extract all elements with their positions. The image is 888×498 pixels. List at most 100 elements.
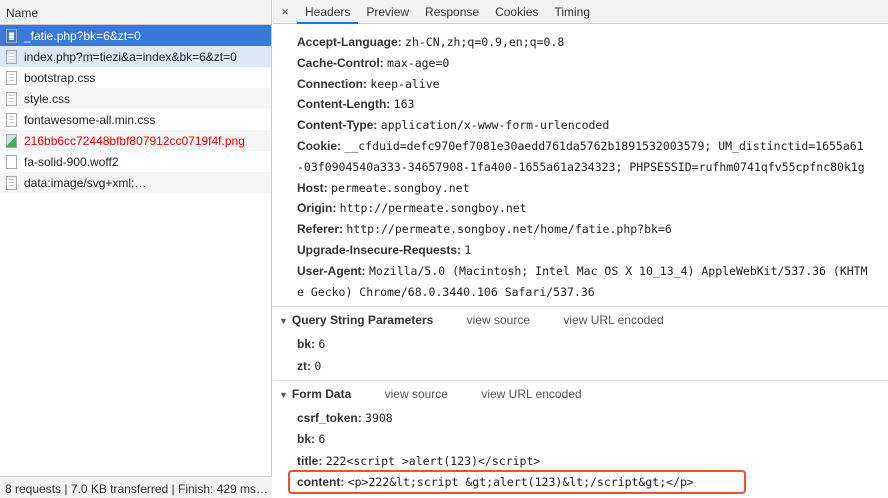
header-key: title:	[297, 453, 323, 468]
header-value: 6	[318, 432, 326, 447]
highlight-annotation-box	[288, 470, 746, 494]
header-value: 0	[314, 359, 322, 373]
header-key: Origin:	[297, 201, 337, 216]
header-key: bk:	[297, 337, 315, 351]
header-row: Upgrade-Insecure-Requests: 1	[297, 240, 471, 261]
request-row[interactable]: fa-solid-900.woff2	[0, 151, 271, 172]
header-key: Cache-Control:	[297, 55, 384, 70]
request-row[interactable]: _fatie.php?bk=6&zt=0	[0, 25, 271, 46]
header-key: zt:	[297, 359, 311, 373]
header-key: Referer:	[297, 222, 344, 237]
request-name: fontawesome-all.min.css	[24, 112, 156, 127]
request-row[interactable]: fontawesome-all.min.css	[0, 109, 271, 130]
request-row[interactable]: 216bb6cc72448bfbf807912cc0719f4f.png	[0, 130, 271, 151]
tab-preview[interactable]: Preview	[358, 0, 417, 24]
request-row[interactable]: style.css	[0, 88, 271, 109]
header-value: max-age=0	[387, 55, 450, 70]
blank-file-icon	[6, 154, 17, 169]
document-icon	[6, 49, 17, 64]
view-url-encoded-link[interactable]: view URL encoded	[481, 387, 581, 401]
tab-headers[interactable]: Headers	[297, 0, 359, 24]
header-row: Content-Type: application/x-www-form-url…	[297, 115, 609, 136]
header-row: Host: permeate.songboy.net	[297, 178, 470, 199]
image-icon	[6, 133, 17, 148]
request-row[interactable]: index.php?m=tiezi&a=index&bk=6&zt=0	[0, 46, 271, 67]
header-value: zh-CN,zh;q=0.9,en;q=0.8	[405, 35, 565, 49]
header-key: Host:	[297, 180, 328, 195]
header-key: bk:	[297, 432, 315, 447]
document-icon	[6, 91, 17, 106]
tab-response[interactable]: Response	[417, 0, 487, 24]
request-list-panel: Name _fatie.php?bk=6&zt=0 index.php?m=tie…	[0, 0, 272, 498]
status-bar: 8 requests | 7.0 KB transferred | Finish…	[0, 476, 272, 498]
header-value: http://permeate.songboy.net	[339, 201, 527, 216]
header-row: Connection: keep-alive	[297, 74, 440, 95]
request-details-panel: × Headers Preview Response Cookies Timin…	[273, 0, 888, 498]
header-row: User-Agent: Mozilla/5.0 (Macintosh; Inte…	[297, 261, 868, 282]
view-url-encoded-link[interactable]: view URL encoded	[563, 313, 663, 327]
header-value: application/x-www-form-urlencoded	[380, 118, 610, 133]
request-name: index.php?m=tiezi&a=index&bk=6&zt=0	[24, 49, 237, 64]
query-string-section-header[interactable]: ▼ Query String Parameters view source vie…	[279, 310, 664, 332]
document-icon	[6, 175, 17, 190]
header-value: Mozilla/5.0 (Macintosh; Intel Mac OS X 1…	[369, 263, 868, 278]
name-column-header[interactable]: Name	[0, 0, 271, 25]
tab-cookies[interactable]: Cookies	[487, 0, 546, 24]
header-row: zt: 0	[297, 356, 321, 377]
header-value: 163	[393, 97, 415, 112]
header-value: http://permeate.songboy.net/home/fatie.p…	[346, 222, 672, 237]
header-key: User-Agent:	[297, 263, 366, 278]
header-value: e Gecko) Chrome/68.0.3440.106 Safari/537…	[297, 284, 595, 299]
header-row: Accept-Language: zh-CN,zh;q=0.9,en;q=0.8	[297, 32, 564, 53]
header-row: Content-Length: 163	[297, 94, 414, 115]
header-key: Content-Type:	[297, 118, 378, 133]
view-source-link[interactable]: view source	[467, 313, 530, 327]
header-row: bk: 6	[297, 429, 325, 450]
header-key: Connection:	[297, 76, 367, 91]
header-value: keep-alive	[370, 76, 440, 91]
header-row: bk: 6	[297, 334, 325, 355]
header-key: csrf_token:	[297, 411, 362, 425]
details-tabs: × Headers Preview Response Cookies Timin…	[273, 0, 888, 24]
header-value: permeate.songboy.net	[331, 180, 470, 195]
request-name: bootstrap.css	[24, 70, 96, 85]
header-key: Cookie:	[297, 139, 342, 153]
form-data-section-header[interactable]: ▼ Form Data view source view URL encoded	[279, 384, 582, 406]
header-row: Cache-Control: max-age=0	[297, 53, 449, 74]
document-icon	[6, 70, 17, 85]
header-value: 1	[464, 243, 472, 257]
document-icon	[6, 112, 17, 127]
header-row: Referer: http://permeate.songboy.net/hom…	[297, 219, 672, 240]
header-row: csrf_token: 3908	[297, 408, 393, 429]
request-row[interactable]: bootstrap.css	[0, 67, 271, 88]
section-title: Form Data	[291, 387, 352, 401]
header-value: 222<script >alert(123)</script>	[325, 453, 541, 468]
triangle-down-icon: ▼	[279, 390, 288, 400]
triangle-down-icon: ▼	[279, 316, 288, 326]
request-row[interactable]: data:image/svg+xml;…	[0, 172, 271, 193]
header-row: title: 222<script >alert(123)</script>	[297, 451, 540, 472]
header-row: -03f0904540a333-34657908-1fa400-1655a61a…	[297, 157, 865, 178]
section-title: Query String Parameters	[291, 313, 434, 327]
tab-timing[interactable]: Timing	[546, 0, 598, 24]
header-value: 6	[318, 337, 326, 351]
header-value: __cfduid=defc970ef7081e30aedd761da5762b1…	[344, 139, 864, 153]
header-key: Upgrade-Insecure-Requests:	[297, 243, 462, 257]
header-row: Origin: http://permeate.songboy.net	[297, 198, 527, 219]
request-name: style.css	[24, 91, 71, 106]
divider	[273, 306, 888, 307]
header-value: -03f0904540a333-34657908-1fa400-1655a61a…	[297, 159, 865, 174]
request-name: 216bb6cc72448bfbf807912cc0719f4f.png	[24, 133, 245, 148]
header-key: Content-Length:	[297, 97, 391, 112]
header-row: Cookie: __cfduid=defc970ef7081e30aedd761…	[297, 136, 864, 157]
close-icon[interactable]: ×	[273, 4, 297, 19]
header-key: Accept-Language:	[297, 35, 402, 49]
header-value: 3908	[365, 411, 393, 425]
header-row: e Gecko) Chrome/68.0.3440.106 Safari/537…	[297, 282, 595, 303]
document-icon	[6, 28, 17, 43]
divider	[273, 380, 888, 381]
request-name: fa-solid-900.woff2	[24, 154, 119, 169]
request-name: _fatie.php?bk=6&zt=0	[24, 28, 141, 43]
request-name: data:image/svg+xml;…	[24, 175, 147, 190]
view-source-link[interactable]: view source	[385, 387, 448, 401]
